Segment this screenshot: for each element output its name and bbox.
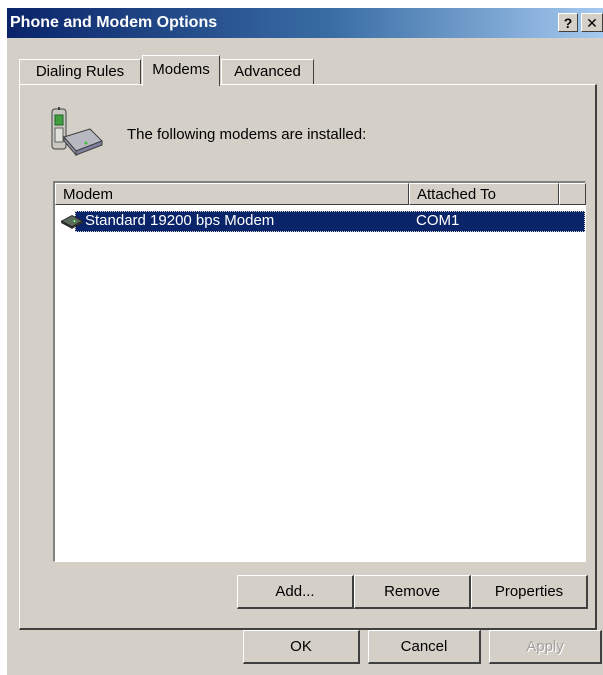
phone-modem-icon	[51, 107, 103, 157]
attached-to-cell: COM1	[416, 212, 460, 229]
modem-name-cell: Standard 19200 bps Modem	[85, 212, 275, 229]
intro-label: The following modems are installed:	[127, 126, 367, 143]
properties-button[interactable]: Properties	[471, 575, 588, 609]
modems-tab-panel: The following modems are installed: Mode…	[19, 84, 597, 630]
column-header-attached-to[interactable]: Attached To	[409, 183, 559, 205]
title-bar[interactable]: Phone and Modem Options ? ✕	[7, 8, 603, 38]
apply-button[interactable]: Apply	[489, 630, 602, 664]
window-title: Phone and Modem Options	[10, 14, 218, 31]
close-icon: ✕	[586, 15, 598, 31]
help-icon: ?	[563, 15, 573, 31]
remove-button[interactable]: Remove	[354, 575, 471, 609]
tab-advanced[interactable]: Advanced	[221, 59, 314, 85]
ok-button[interactable]: OK	[243, 630, 360, 664]
column-header-modem[interactable]: Modem	[55, 183, 409, 205]
phone-modem-options-window: Phone and Modem Options ? ✕ Dialing Rule…	[6, 7, 603, 675]
add-button[interactable]: Add...	[237, 575, 354, 609]
column-header-filler	[559, 183, 586, 205]
help-button[interactable]: ?	[558, 13, 578, 32]
close-button[interactable]: ✕	[581, 13, 603, 32]
modem-icon	[60, 215, 84, 229]
tab-modems[interactable]: Modems	[142, 55, 220, 86]
modem-list[interactable]: Modem Attached To Standard 19200 bps Mod…	[53, 181, 586, 562]
table-row[interactable]: Standard 19200 bps Modem COM1	[75, 211, 585, 232]
tab-dialing-rules[interactable]: Dialing Rules	[19, 59, 141, 85]
cancel-button[interactable]: Cancel	[368, 630, 481, 664]
